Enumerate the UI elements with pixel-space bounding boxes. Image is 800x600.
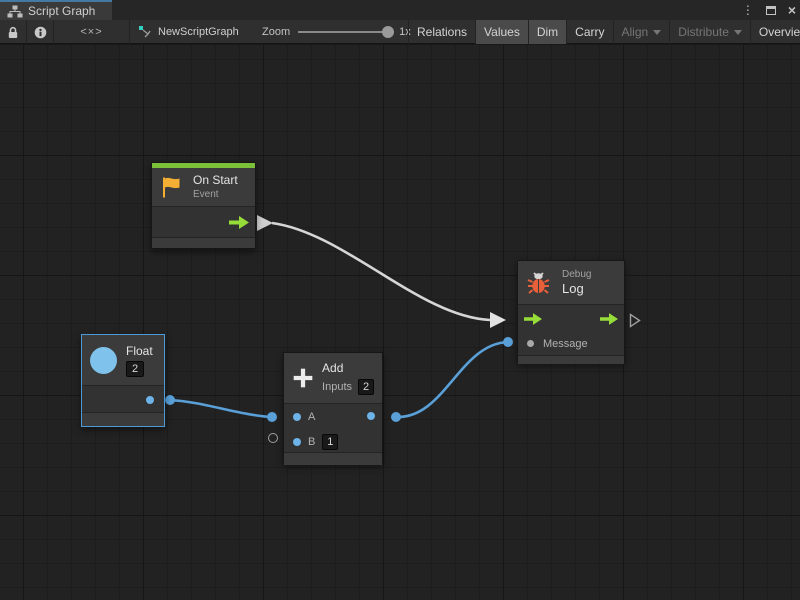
- window-controls: ⋮ ×: [742, 0, 796, 20]
- add-input-a-port[interactable]: [293, 413, 301, 421]
- graph-name: NewScriptGraph: [158, 26, 239, 38]
- exec-input-port[interactable]: [524, 312, 542, 330]
- on-start-title: On Start: [193, 173, 238, 188]
- bug-icon: [526, 270, 551, 295]
- zoom-slider-handle[interactable]: [382, 26, 394, 38]
- graph-canvas[interactable]: [0, 45, 800, 600]
- exec-arrow-icon: [524, 313, 542, 325]
- float-header: Float 2: [82, 335, 164, 385]
- debug-log-subtitle: Debug: [562, 268, 591, 281]
- add-input-b-port[interactable]: [293, 438, 301, 446]
- zoom-slider-track: [298, 31, 392, 33]
- flag-icon: [160, 176, 182, 199]
- exec-arrow-icon: [600, 313, 618, 325]
- add-header: Add Inputs 2: [284, 353, 382, 403]
- toolbar-buttons: Relations Values Dim Carry Align Distrib…: [408, 20, 800, 44]
- unity-visual-scripting-window: Script Graph ⋮ × <×>: [0, 0, 800, 600]
- add-port-a-label: A: [308, 411, 315, 423]
- node-add[interactable]: Add Inputs 2 A B 1: [283, 352, 383, 464]
- debug-log-footer: [518, 356, 624, 364]
- more-menu-icon[interactable]: ⋮: [742, 4, 754, 16]
- node-on-start[interactable]: On Start Event: [151, 162, 256, 249]
- node-float[interactable]: Float 2: [81, 334, 165, 427]
- carry-label: Carry: [575, 25, 604, 39]
- hollow-triangle-icon: [629, 313, 641, 328]
- zoom-label: Zoom: [262, 26, 290, 38]
- float-type-icon: [90, 347, 117, 374]
- on-start-header: On Start Event: [152, 168, 255, 206]
- exec-output-port[interactable]: [229, 216, 249, 234]
- message-input-port[interactable]: [527, 340, 534, 347]
- debug-log-body: Message: [518, 304, 624, 356]
- distribute-dropdown[interactable]: Distribute: [669, 20, 750, 44]
- lock-button[interactable]: [0, 20, 27, 44]
- add-title: Add: [322, 361, 374, 376]
- tab-title: Script Graph: [28, 4, 95, 18]
- on-start-footer: [152, 238, 255, 248]
- on-start-body: [152, 206, 255, 238]
- on-start-subtitle: Event: [193, 188, 238, 201]
- add-output-port[interactable]: [367, 412, 375, 420]
- add-b-value-field[interactable]: 1: [322, 434, 338, 450]
- tab-script-graph[interactable]: Script Graph: [0, 0, 112, 20]
- graph-asset-icon: [138, 25, 152, 39]
- add-inputs-field[interactable]: 2: [358, 379, 374, 395]
- info-button[interactable]: [27, 20, 54, 44]
- align-label: Align: [622, 25, 649, 39]
- dim-button[interactable]: Dim: [528, 20, 566, 44]
- unconnected-exec-marker[interactable]: [629, 313, 641, 333]
- debug-log-title: Log: [562, 281, 591, 297]
- lock-icon: [7, 26, 19, 39]
- chevron-down-icon: [734, 30, 742, 35]
- float-footer: [82, 413, 164, 426]
- port-row-a: A: [284, 404, 382, 429]
- values-button[interactable]: Values: [475, 20, 528, 44]
- add-port-b-label: B: [308, 436, 315, 448]
- message-port-label: Message: [543, 338, 588, 350]
- port-row-b: B 1: [284, 429, 382, 454]
- maximize-icon[interactable]: [766, 6, 776, 15]
- relations-label: Relations: [417, 25, 467, 39]
- debug-log-header: Debug Log: [518, 261, 624, 304]
- close-icon[interactable]: ×: [788, 3, 796, 17]
- add-body: A B 1: [284, 403, 382, 453]
- overview-label: Overview: [759, 25, 800, 39]
- values-label: Values: [484, 25, 520, 39]
- float-title: Float: [126, 344, 153, 359]
- message-port-row: Message: [518, 332, 624, 355]
- tab-bar: Script Graph ⋮ ×: [0, 0, 800, 20]
- add-inputs-label: Inputs: [322, 381, 352, 393]
- overview-button[interactable]: Overview: [750, 20, 800, 44]
- graph-reference[interactable]: NewScriptGraph: [138, 20, 239, 44]
- zoom-control: Zoom 1x: [262, 20, 411, 44]
- zoom-slider[interactable]: [298, 26, 392, 38]
- graph-toolbar: <×> NewScriptGraph Zoom 1x Relations Val…: [0, 20, 800, 44]
- add-footer: [284, 453, 382, 465]
- dim-label: Dim: [537, 25, 558, 39]
- exec-output-port[interactable]: [600, 312, 618, 330]
- float-value-field[interactable]: 2: [126, 361, 144, 377]
- plus-icon: [292, 365, 314, 391]
- unconnected-port-marker[interactable]: [268, 433, 278, 443]
- exec-arrow-icon: [229, 216, 249, 229]
- chevron-down-icon: [653, 30, 661, 35]
- relations-button[interactable]: Relations: [408, 20, 475, 44]
- carry-button[interactable]: Carry: [566, 20, 612, 44]
- exec-row: [518, 305, 624, 332]
- distribute-label: Distribute: [678, 25, 729, 39]
- align-dropdown[interactable]: Align: [613, 20, 670, 44]
- code-view-button[interactable]: <×>: [54, 20, 130, 44]
- float-body: [82, 385, 164, 413]
- node-debug-log[interactable]: Debug Log Message: [517, 260, 625, 363]
- info-icon: [34, 26, 47, 39]
- script-graph-icon: [7, 5, 23, 18]
- float-output-port[interactable]: [146, 396, 154, 404]
